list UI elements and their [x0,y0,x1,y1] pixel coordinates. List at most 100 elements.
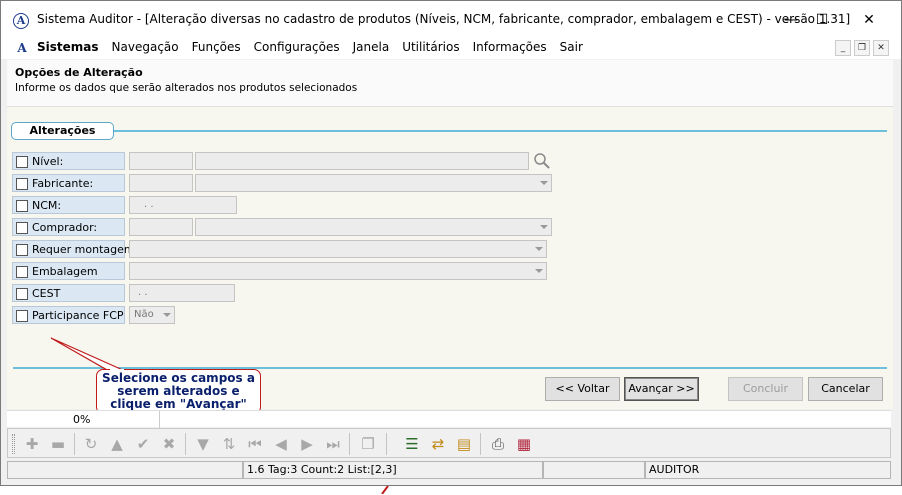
participance-fcp-checkbox[interactable] [16,310,28,322]
requer-montagem-checkbox[interactable] [16,244,28,256]
close-button[interactable]: ✕ [854,9,884,31]
field-label-box: Nível: [12,152,125,170]
mdi-restore-button[interactable]: ❐ [854,40,870,56]
menu-utilitarios[interactable]: Utilitários [402,40,459,54]
chevron-down-icon [540,181,548,185]
minus-icon[interactable]: ▬ [48,434,68,454]
comprador-checkbox[interactable] [16,222,28,234]
cest-input[interactable]: . . [129,284,235,302]
menu-janela[interactable]: Janela [353,40,390,54]
group-tab-alteracoes: Alterações [11,122,114,140]
comprador-code-input[interactable] [129,218,193,236]
page-title: Opções de Alteração [15,66,143,79]
minimize-button[interactable]: — [776,9,806,31]
embalagem-checkbox[interactable] [16,266,28,278]
menu-sair[interactable]: Sair [560,40,583,54]
menu-informacoes[interactable]: Informações [473,40,547,54]
navigator-toolbar: ✚ ▬ ↻ ▲ ✔ ✖ ▼ ⇅ ⏮ ◀ ▶ ⏭ ❐ ☰ ⇄ ▤ ⎙ ▦ [7,428,891,458]
last-record-icon[interactable]: ⏭ [323,434,343,454]
first-record-icon[interactable]: ⏮ [245,434,265,454]
progress-divider [159,411,160,428]
menu-navegacao[interactable]: Navegação [112,40,179,54]
toolbar-separator [185,433,186,455]
cest-checkbox[interactable] [16,288,28,300]
triangle-up-icon[interactable]: ▲ [107,434,127,454]
toolbar-separator [386,433,387,455]
status-bar: 1.6 Tag:3 Count:2 List:[2,3] AUDITOR [7,461,891,479]
mdi-close-button[interactable]: ✕ [873,40,889,56]
ncm-input[interactable]: . . [129,196,237,214]
nivel-checkbox[interactable] [16,156,28,168]
fabricante-select[interactable] [195,174,552,192]
ncm-label: NCM: [32,199,62,212]
filter-icon[interactable]: ▼ [193,434,213,454]
fabricante-label: Fabricante: [32,177,94,190]
field-label-box: CEST [12,284,125,302]
field-label-box: Comprador: [12,218,125,236]
tag-list-icon[interactable]: ▤ [454,434,474,454]
participance-fcp-label: Participance FCP [32,309,124,322]
fabricante-checkbox[interactable] [16,178,28,190]
search-icon[interactable] [533,152,551,170]
nivel-code-input[interactable] [129,152,193,170]
field-label-box: Embalagem [12,262,125,280]
participance-fcp-value: Não [134,309,154,320]
progress-bar: 0% [7,410,891,428]
field-label-box: Fabricante: [12,174,125,192]
nivel-label: Nível: [32,155,64,168]
field-label-box: Requer montagem: [12,240,138,258]
overflow-arrow-icon [381,486,389,494]
printer-icon[interactable]: ⎙ [488,434,508,454]
toolbar-grip[interactable] [12,434,15,454]
back-button[interactable]: << Voltar [545,377,620,401]
participance-fcp-select[interactable]: Não [129,306,175,324]
comprador-label: Comprador: [32,221,98,234]
transfer-icon[interactable]: ⇄ [428,434,448,454]
copy-icon[interactable]: ❐ [358,434,378,454]
list-icon[interactable]: ☰ [402,434,422,454]
status-info: 1.6 Tag:3 Count:2 List:[2,3] [243,461,543,479]
menu-funcoes[interactable]: Funções [192,40,241,54]
field-label-box: Participance FCP [12,306,125,324]
group-divider [114,130,887,132]
status-cell-empty-2 [543,461,645,479]
status-user: AUDITOR [645,461,891,479]
form-content: Alterações Nível: Fabricante: NCM: . . C… [7,107,893,409]
chevron-down-icon [535,247,543,251]
sort-icon[interactable]: ⇅ [219,434,239,454]
title-bar: A Sistema Auditor - [Alteração diversas … [1,1,901,37]
chevron-down-icon [163,313,171,317]
toolbar-separator [349,433,350,455]
report-icon[interactable]: ▦ [514,434,534,454]
requer-montagem-label: Requer montagem: [32,243,139,256]
next-record-icon[interactable]: ▶ [297,434,317,454]
finish-button[interactable]: Concluir [728,377,803,401]
menu-bar: A Sistemas Navegação Funções Configuraçõ… [1,37,901,59]
nivel-description-input[interactable] [195,152,529,170]
header-panel: Opções de Alteração Informe os dados que… [7,60,893,107]
ncm-checkbox[interactable] [16,200,28,212]
field-label-box: NCM: [12,196,125,214]
toolbar-separator [480,433,481,455]
plus-icon[interactable]: ✚ [22,434,42,454]
embalagem-select[interactable] [129,262,547,280]
chevron-down-icon [540,225,548,229]
menu-sistemas[interactable]: Sistemas [37,40,99,54]
embalagem-label: Embalagem [32,265,98,278]
prior-record-icon[interactable]: ◀ [271,434,291,454]
fabricante-code-input[interactable] [129,174,193,192]
next-button[interactable]: Avançar >> [624,377,699,401]
page-subtitle: Informe os dados que serão alterados nos… [15,82,358,94]
main-window: A Sistema Auditor - [Alteração diversas … [0,0,902,486]
refresh-icon[interactable]: ↻ [81,434,101,454]
check-icon[interactable]: ✔ [133,434,153,454]
maximize-button[interactable]: ☐ [807,9,837,31]
cancel-x-icon[interactable]: ✖ [159,434,179,454]
mdi-minimize-button[interactable]: _ [835,40,851,56]
cest-label: CEST [32,287,61,300]
requer-montagem-select[interactable] [129,240,547,258]
menu-configuracoes[interactable]: Configurações [254,40,340,54]
cancel-button[interactable]: Cancelar [808,377,883,401]
progress-percent: 0% [73,413,91,426]
comprador-select[interactable] [195,218,552,236]
